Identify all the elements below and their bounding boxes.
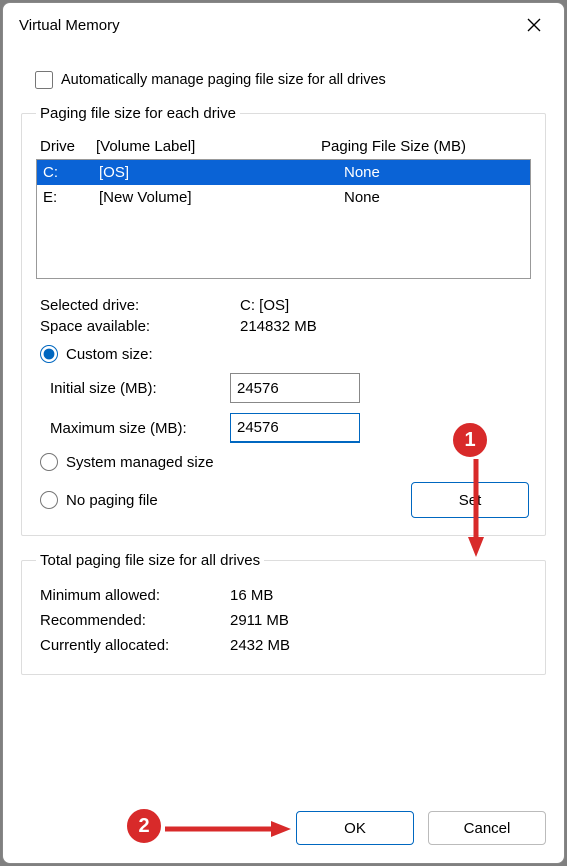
currently-allocated-value: 2432 MB — [230, 637, 290, 654]
drive-letter: E: — [43, 189, 99, 206]
ok-button[interactable]: OK — [296, 811, 414, 845]
space-available-label: Space available: — [40, 318, 240, 335]
header-volume: [Volume Label] — [96, 138, 321, 155]
paging-file-per-drive-group: Paging file size for each drive Drive [V… — [21, 105, 546, 536]
initial-size-input[interactable] — [230, 373, 360, 403]
min-allowed-label: Minimum allowed: — [40, 587, 230, 604]
group1-legend: Paging file size for each drive — [36, 105, 240, 122]
currently-allocated-label: Currently allocated: — [40, 637, 230, 654]
total-paging-group: Total paging file size for all drives Mi… — [21, 552, 546, 675]
system-managed-label: System managed size — [66, 454, 214, 471]
selected-drive-value: C: [OS] — [240, 297, 289, 314]
maximum-size-label: Maximum size (MB): — [50, 420, 230, 437]
auto-manage-checkbox[interactable] — [35, 71, 53, 89]
no-paging-radio[interactable] — [40, 491, 58, 509]
recommended-label: Recommended: — [40, 612, 230, 629]
recommended-value: 2911 MB — [230, 612, 289, 629]
maximum-size-input[interactable] — [230, 413, 360, 443]
set-button[interactable]: Set — [411, 482, 529, 518]
initial-size-label: Initial size (MB): — [50, 380, 230, 397]
dialog-title: Virtual Memory — [19, 17, 514, 34]
header-drive: Drive — [40, 138, 96, 155]
header-size: Paging File Size (MB) — [321, 138, 531, 155]
cancel-button[interactable]: Cancel — [428, 811, 546, 845]
group2-legend: Total paging file size for all drives — [36, 552, 264, 569]
drive-letter: C: — [43, 164, 99, 181]
system-managed-radio[interactable] — [40, 453, 58, 471]
annotation-callout-2: 2 — [125, 807, 163, 845]
min-allowed-value: 16 MB — [230, 587, 273, 604]
close-icon — [527, 18, 541, 32]
drive-volume: [New Volume] — [99, 189, 344, 206]
drive-list[interactable]: C: [OS] None E: [New Volume] None — [36, 159, 531, 279]
annotation-callout-1: 1 — [451, 421, 489, 459]
space-available-value: 214832 MB — [240, 318, 317, 335]
drive-size: None — [344, 164, 524, 181]
close-button[interactable] — [514, 7, 554, 43]
drive-row-e[interactable]: E: [New Volume] None — [37, 185, 530, 210]
drive-volume: [OS] — [99, 164, 344, 181]
annotation-arrow-2 — [165, 819, 295, 843]
virtual-memory-dialog: Virtual Memory Automatically manage pagi… — [2, 2, 565, 864]
drive-list-header: Drive [Volume Label] Paging File Size (M… — [40, 138, 531, 155]
titlebar: Virtual Memory — [3, 3, 564, 47]
drive-row-c[interactable]: C: [OS] None — [37, 160, 530, 185]
drive-size: None — [344, 189, 524, 206]
custom-size-label: Custom size: — [66, 346, 153, 363]
custom-size-radio[interactable] — [40, 345, 58, 363]
selected-drive-label: Selected drive: — [40, 297, 240, 314]
auto-manage-label: Automatically manage paging file size fo… — [61, 72, 386, 88]
no-paging-label: No paging file — [66, 492, 158, 509]
